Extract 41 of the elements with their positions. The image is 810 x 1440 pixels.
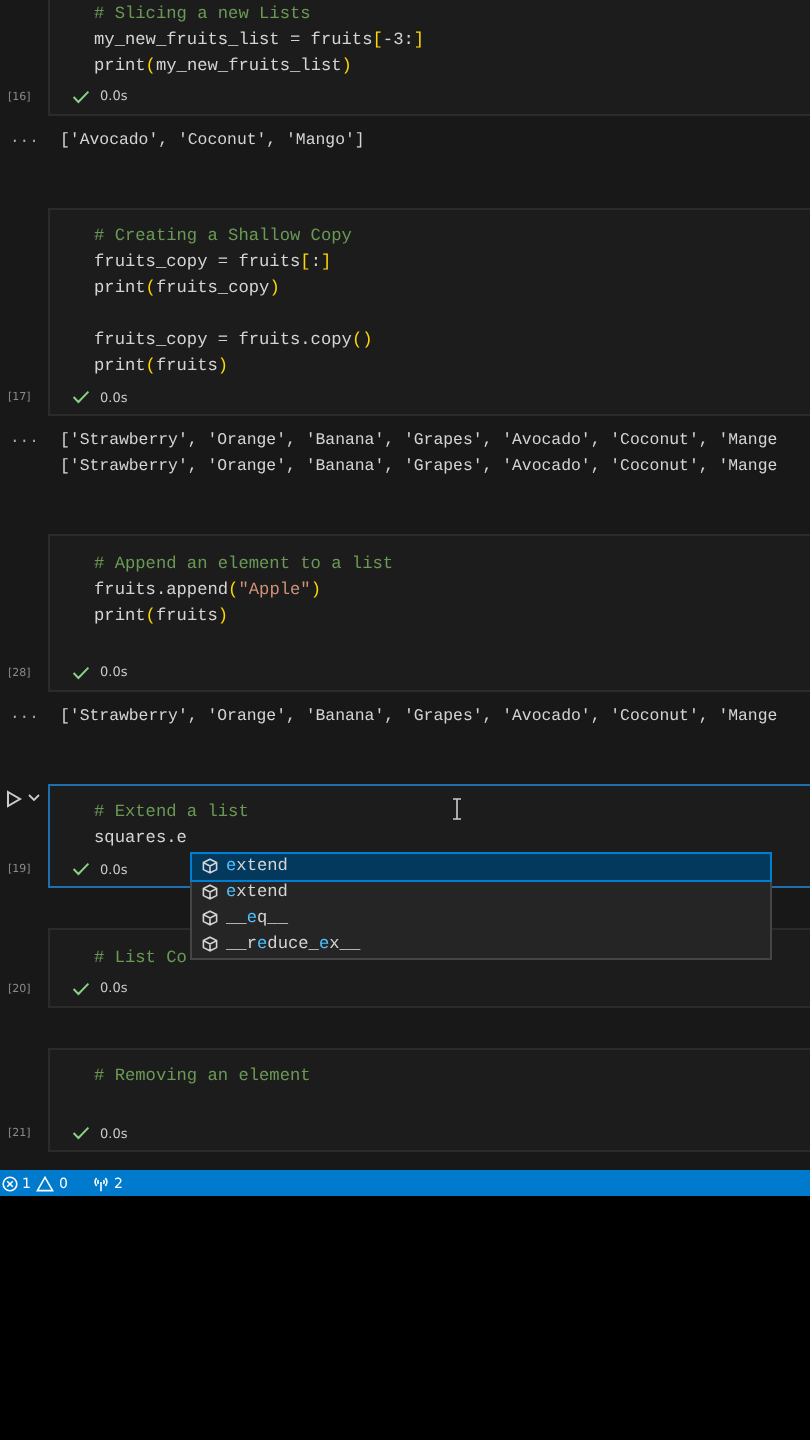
antenna-icon[interactable] [91, 1175, 110, 1191]
output-line: ['Strawberry', 'Orange', 'Banana', 'Grapes', 'Avocado', 'Coconut', 'Mange [60, 430, 780, 454]
chevron-icon[interactable] [28, 794, 40, 802]
output-line: ['Strawberry', 'Orange', 'Banana', 'Grapes', 'Avocado', 'Coconut', 'Mange [60, 456, 780, 480]
code-line: print(fruits) [94, 603, 229, 629]
text-cursor-icon [452, 797, 462, 819]
code-line: fruits.append("Apple") [94, 577, 321, 603]
code-line: # Slicing a new Lists [94, 1, 311, 27]
check-icon [72, 89, 90, 103]
code-line: # Creating a Shallow Copy [94, 224, 352, 250]
cube-icon [202, 884, 218, 900]
check-icon [72, 1126, 90, 1140]
check-icon [72, 390, 90, 404]
cube-icon [202, 910, 218, 926]
code-line: fruits_copy = fruits.copy() [94, 328, 373, 354]
check-icon [72, 981, 90, 995]
code-line: # Append an element to a list [94, 551, 394, 577]
cube-icon [202, 936, 218, 952]
code-line: fruits_copy = fruits[:] [94, 250, 332, 276]
check-icon [72, 665, 90, 679]
suggestion-item[interactable]: extend [192, 879, 770, 905]
output-line: ['Avocado', 'Coconut', 'Mango'] [60, 129, 367, 153]
code-line: # Extend a list [94, 800, 249, 826]
code-line: squares.e [94, 826, 187, 852]
code-line: print(fruits_copy) [94, 276, 280, 302]
error-icon[interactable] [2, 1175, 18, 1191]
suggestion-item[interactable]: __eq__ [192, 905, 770, 931]
code-line: my_new_fruits_list = fruits[-3:] [94, 27, 425, 53]
run-icon[interactable] [6, 789, 22, 807]
check-icon [72, 862, 90, 876]
code-line: print(fruits) [94, 354, 229, 380]
code-line: print(my_new_fruits_list) [94, 53, 352, 79]
cube-icon [202, 858, 218, 874]
output-menu[interactable]: ... [0, 428, 60, 480]
output-menu[interactable]: ... [0, 703, 60, 729]
code-line: # Removing an element [94, 1064, 311, 1090]
output-menu[interactable]: ... [0, 127, 60, 153]
suggestion-item[interactable]: extend [192, 853, 770, 879]
output-line: ['Strawberry', 'Orange', 'Banana', 'Grapes', 'Avocado', 'Coconut', 'Mange [60, 705, 780, 729]
warning-icon[interactable] [36, 1175, 55, 1191]
suggestion-item[interactable]: __reduce_ex__ [192, 931, 770, 957]
